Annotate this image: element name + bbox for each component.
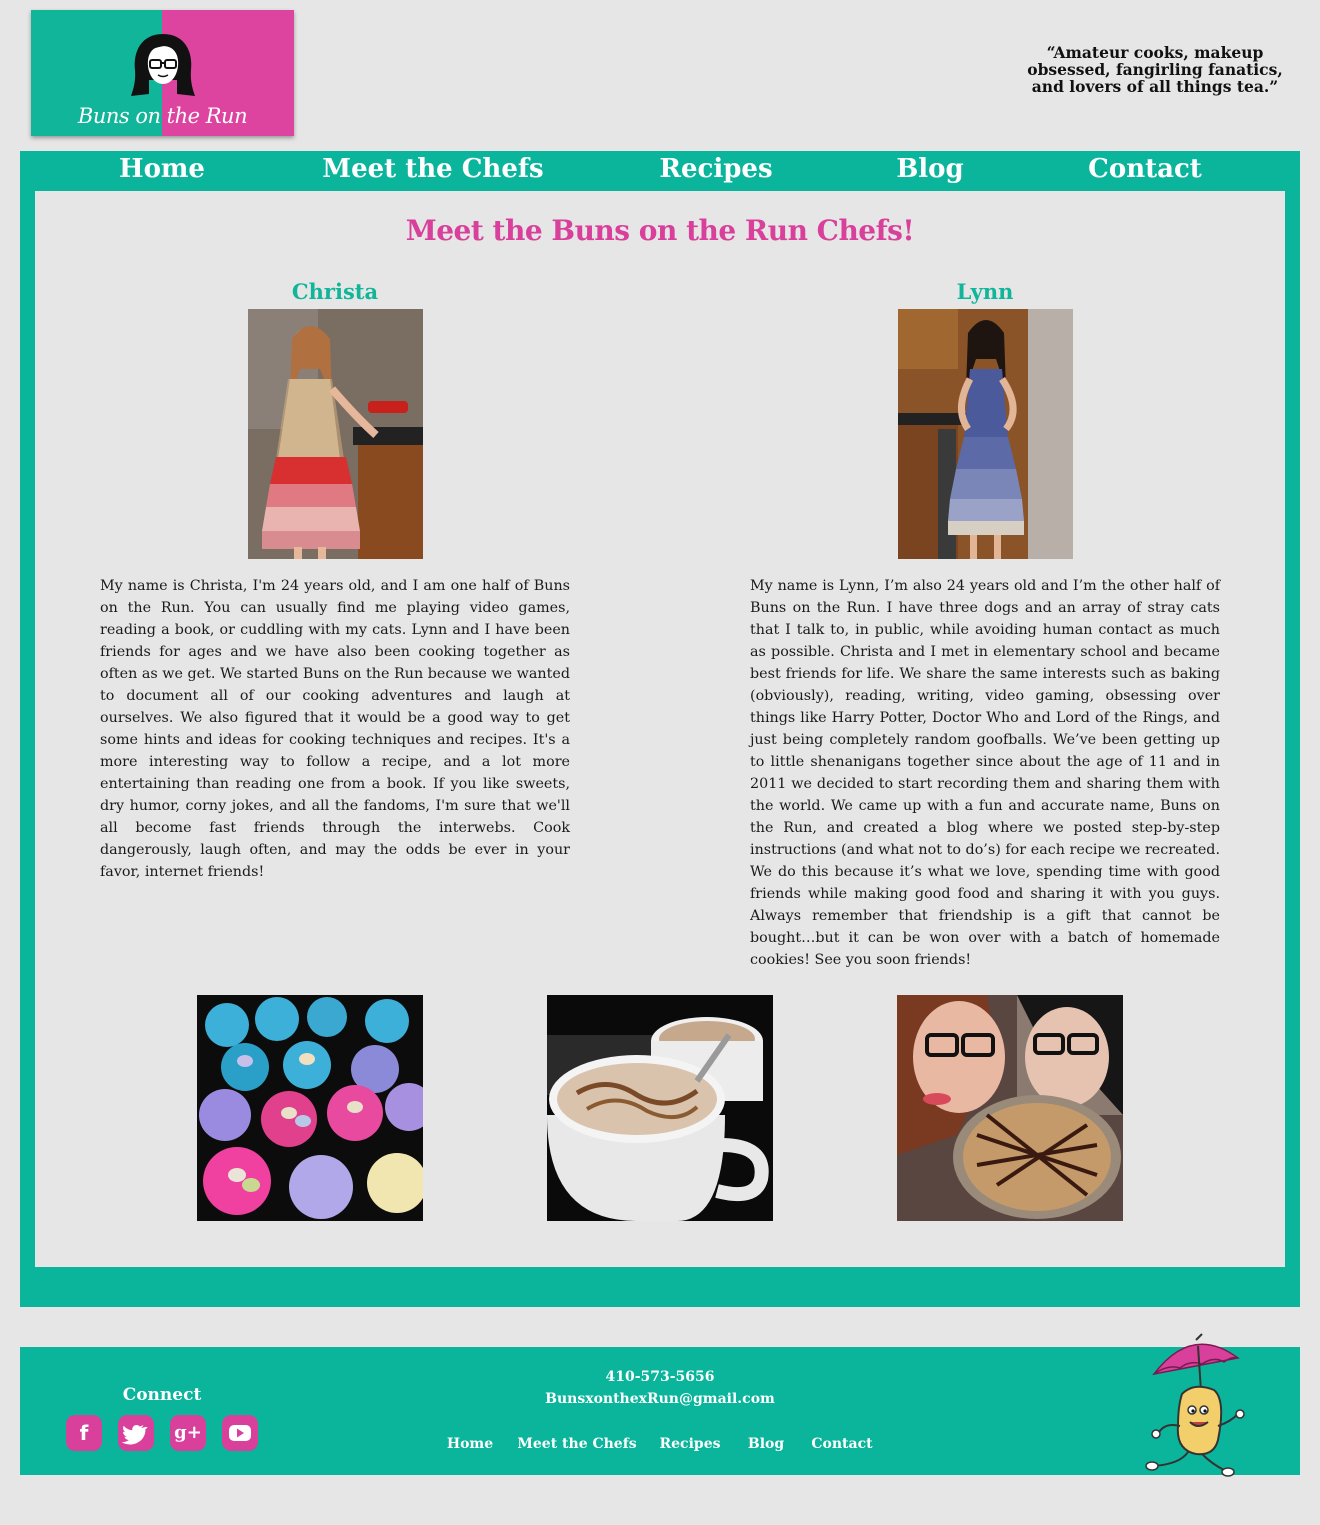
nav-contact[interactable]: Contact — [1088, 154, 1202, 184]
chefs-with-pie-photo-art — [897, 995, 1123, 1221]
chef-name-lynn: Lynn — [956, 279, 1014, 304]
footer-nav-recipes[interactable]: Recipes — [660, 1436, 721, 1452]
footer-nav-contact[interactable]: Contact — [811, 1436, 872, 1452]
site-tagline: “Amateur cooks, makeup obsessed, fangirl… — [1020, 44, 1290, 95]
lynn-photo — [898, 309, 1073, 559]
hot-chocolate-photo — [547, 995, 773, 1221]
cupcakes-photo — [197, 995, 423, 1221]
nav-home[interactable]: Home — [119, 154, 205, 184]
christa-photo-art — [248, 309, 423, 559]
twitter-bird-icon — [121, 1425, 148, 1445]
christa-photo — [248, 309, 423, 559]
footer-nav-blog[interactable]: Blog — [748, 1436, 784, 1452]
chef-bio-christa: My name is Christa, I'm 24 years old, an… — [100, 578, 570, 880]
tagline-text: “Amateur cooks, makeup obsessed, fangirl… — [1027, 43, 1283, 96]
google-plus-icon[interactable]: g+ — [170, 1415, 206, 1451]
site-footer — [20, 1347, 1300, 1475]
footer-phone: 410-573-5656 — [605, 1369, 715, 1385]
youtube-play-icon — [229, 1425, 251, 1441]
nav-blog[interactable]: Blog — [896, 154, 963, 184]
logo-face-icon — [131, 34, 195, 96]
connect-label: Connect — [122, 1385, 202, 1405]
cupcakes-photo-art — [197, 995, 423, 1221]
footer-nav-meet-the-chefs[interactable]: Meet the Chefs — [517, 1436, 636, 1452]
twitter-icon[interactable] — [118, 1415, 154, 1451]
nav-meet-the-chefs[interactable]: Meet the Chefs — [322, 154, 543, 184]
chef-name-christa: Christa — [291, 279, 379, 304]
footer-nav-home[interactable]: Home — [447, 1436, 493, 1452]
chefs-with-pie-photo — [897, 995, 1123, 1221]
footer-email[interactable]: BunsxonthexRun@gmail.com — [460, 1391, 860, 1407]
youtube-icon[interactable] — [222, 1415, 258, 1451]
facebook-icon[interactable]: f — [66, 1415, 102, 1451]
hot-chocolate-photo-art — [547, 995, 773, 1221]
logo-text: Buns on the Run — [77, 104, 248, 128]
chef-bio-lynn: My name is Lynn, I’m also 24 years old a… — [750, 578, 1220, 968]
lynn-photo-art — [898, 309, 1073, 559]
page-title: Meet the Buns on the Run Chefs! — [405, 214, 915, 247]
bun-mascot-icon — [1145, 1333, 1245, 1477]
site-logo[interactable]: Buns on the Run — [31, 10, 294, 136]
nav-recipes[interactable]: Recipes — [659, 154, 772, 184]
